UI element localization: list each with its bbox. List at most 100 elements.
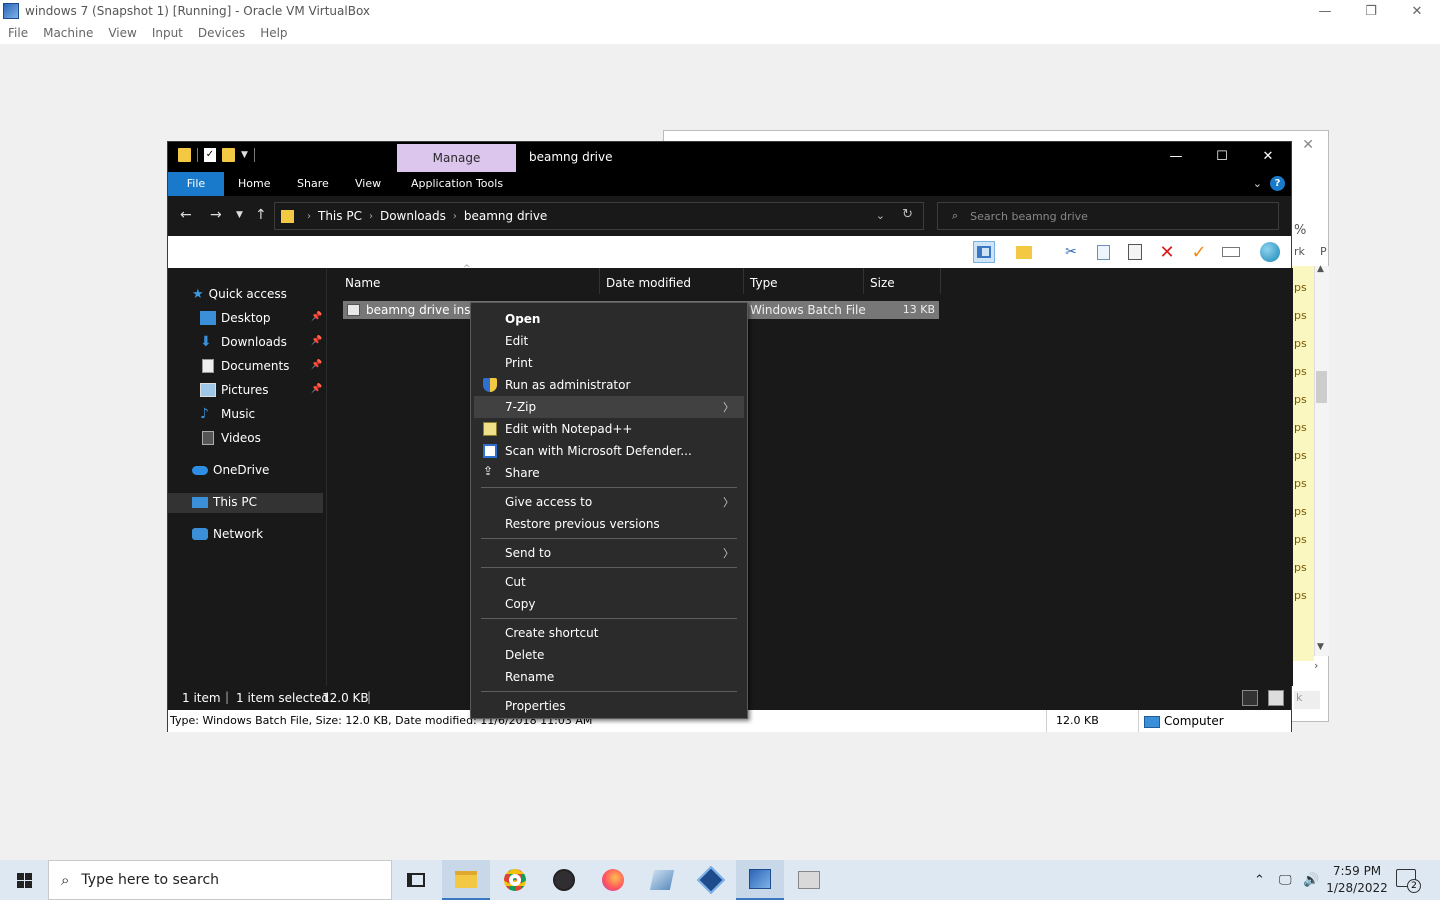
column-header-name[interactable]: Name	[345, 276, 380, 290]
details-view-icon[interactable]	[1242, 690, 1258, 706]
pin-icon[interactable]: 📌	[311, 312, 322, 322]
help-icon[interactable]: ?	[1270, 176, 1285, 191]
large-icons-view-icon[interactable]	[1268, 690, 1284, 706]
cut-icon[interactable]: ✂	[1060, 241, 1082, 263]
tray-show-hidden[interactable]: ⌃	[1254, 860, 1265, 900]
pin-icon[interactable]: 📌	[311, 384, 322, 394]
globe-icon[interactable]	[1259, 241, 1281, 263]
recent-locations-icon[interactable]: ▼	[236, 210, 243, 220]
taskbar-chrome[interactable]	[491, 860, 539, 900]
tray-network[interactable]: 🖵	[1279, 860, 1292, 900]
menu-item-send-to[interactable]: Send to 〉	[474, 542, 744, 564]
expand-ribbon-icon[interactable]: ⌄	[1253, 177, 1262, 190]
nav-quick-access[interactable]: ★ Quick access	[192, 283, 287, 305]
vbox-minimize-button[interactable]: —	[1302, 0, 1348, 22]
taskbar-app-blue[interactable]	[638, 860, 686, 900]
tab-file[interactable]: File	[168, 172, 224, 196]
column-header-size[interactable]: Size	[870, 276, 895, 290]
menu-item-print[interactable]: Print	[474, 352, 744, 374]
menu-item-restore-versions[interactable]: Restore previous versions	[474, 513, 744, 535]
taskbar-clock[interactable]: 7:59 PM 1/28/2022	[1325, 863, 1389, 897]
vbox-menu-machine[interactable]: Machine	[43, 26, 93, 40]
maximize-button[interactable]: ☐	[1199, 142, 1245, 170]
task-view-button[interactable]	[392, 860, 440, 900]
menu-item-share[interactable]: ⇪ Share	[474, 462, 744, 484]
taskbar-obs[interactable]	[540, 860, 588, 900]
nav-onedrive[interactable]: OneDrive	[192, 459, 269, 481]
tab-view[interactable]: View	[355, 172, 381, 196]
column-header-type[interactable]: Type	[750, 276, 778, 290]
open-folder-icon[interactable]	[1013, 241, 1035, 263]
tab-home[interactable]: Home	[238, 172, 270, 196]
chevron-down-icon[interactable]: ▼	[1037, 241, 1049, 263]
customize-toolbar-icon[interactable]: ▼	[241, 150, 248, 160]
taskbar-firefox[interactable]	[589, 860, 637, 900]
tab-share[interactable]: Share	[297, 172, 329, 196]
menu-item-rename[interactable]: Rename	[474, 666, 744, 688]
taskbar-file-explorer[interactable]	[442, 860, 490, 900]
nav-network[interactable]: Network	[192, 523, 263, 545]
nav-pictures[interactable]: Pictures	[200, 379, 269, 401]
taskbar-virtualbox[interactable]	[687, 860, 735, 900]
vbox-menu-input[interactable]: Input	[152, 26, 183, 40]
menu-item-edit[interactable]: Edit	[474, 330, 744, 352]
vbox-menu-view[interactable]: View	[108, 26, 136, 40]
menu-item-cut[interactable]: Cut	[474, 571, 744, 593]
menu-item-delete[interactable]: Delete	[474, 644, 744, 666]
tab-manage[interactable]: Manage	[397, 144, 516, 172]
scrollbar[interactable]	[1276, 268, 1293, 686]
vbox-restore-button[interactable]: ❐	[1348, 0, 1394, 22]
search-input[interactable]: ⌕ Search beamng drive	[937, 202, 1279, 230]
taskbar-search-input[interactable]: ⌕ Type here to search	[48, 860, 392, 900]
nav-downloads[interactable]: ⬇ Downloads	[200, 331, 287, 353]
nav-desktop[interactable]: Desktop	[200, 307, 271, 329]
taskbar-app-gray[interactable]	[785, 860, 833, 900]
column-divider[interactable]	[743, 268, 744, 294]
forward-arrow-icon[interactable]: →	[210, 207, 222, 223]
start-button[interactable]	[0, 860, 48, 900]
column-header-date[interactable]: Date modified	[606, 276, 691, 290]
address-bar[interactable]: › This PC › Downloads › beamng drive ⌄ ↻	[274, 202, 924, 230]
menu-item-scan-defender[interactable]: Scan with Microsoft Defender...	[474, 440, 744, 462]
menu-item-copy[interactable]: Copy	[474, 593, 744, 615]
checkmark-icon[interactable]: ✓	[1188, 241, 1210, 263]
vbox-menu-file[interactable]: File	[8, 26, 28, 40]
up-arrow-icon[interactable]: ↑	[255, 207, 267, 223]
menu-item-create-shortcut[interactable]: Create shortcut	[474, 622, 744, 644]
nav-music[interactable]: ♪ Music	[200, 403, 255, 425]
bg-scroll-right-icon[interactable]: ›	[1314, 659, 1318, 672]
chevron-down-icon[interactable]: ⌄	[876, 209, 885, 222]
pin-icon[interactable]: 📌	[311, 360, 322, 370]
rename-icon[interactable]	[1220, 241, 1242, 263]
new-folder-icon[interactable]	[222, 148, 235, 162]
paste-icon[interactable]	[1124, 241, 1146, 263]
vbox-menu-help[interactable]: Help	[260, 26, 287, 40]
tray-volume[interactable]: 🔊	[1303, 860, 1319, 900]
breadcrumb-folder[interactable]: beamng drive	[464, 209, 547, 223]
bg-scroll-thumb[interactable]	[1316, 371, 1327, 403]
folder-icon[interactable]	[178, 148, 191, 162]
pin-icon[interactable]: 📌	[311, 336, 322, 346]
vbox-close-button[interactable]: ✕	[1394, 0, 1440, 22]
breadcrumb-this-pc[interactable]: This PC	[318, 209, 362, 223]
delete-icon[interactable]: ✕	[1156, 241, 1178, 263]
preview-pane-icon[interactable]	[973, 241, 995, 263]
back-arrow-icon[interactable]: ←	[180, 207, 192, 223]
nav-videos[interactable]: Videos	[200, 427, 261, 449]
nav-documents[interactable]: Documents	[200, 355, 289, 377]
menu-item-properties[interactable]: Properties	[474, 695, 744, 717]
column-divider[interactable]	[863, 268, 864, 294]
copy-icon[interactable]	[1092, 241, 1114, 263]
menu-item-open[interactable]: Open	[474, 308, 744, 330]
menu-item-run-as-admin[interactable]: Run as administrator	[474, 374, 744, 396]
menu-item-edit-notepadpp[interactable]: Edit with Notepad++	[474, 418, 744, 440]
minimize-button[interactable]: —	[1153, 142, 1199, 170]
refresh-icon[interactable]: ↻	[902, 207, 913, 222]
vbox-menu-devices[interactable]: Devices	[198, 26, 245, 40]
column-divider[interactable]	[940, 268, 941, 294]
chevron-right-icon[interactable]: ›	[369, 211, 373, 222]
menu-item-7zip[interactable]: 7-Zip 〉	[474, 396, 744, 418]
breadcrumb-downloads[interactable]: Downloads	[380, 209, 446, 223]
menu-item-give-access[interactable]: Give access to 〉	[474, 491, 744, 513]
bg-close-button[interactable]: ✕	[1302, 137, 1314, 153]
